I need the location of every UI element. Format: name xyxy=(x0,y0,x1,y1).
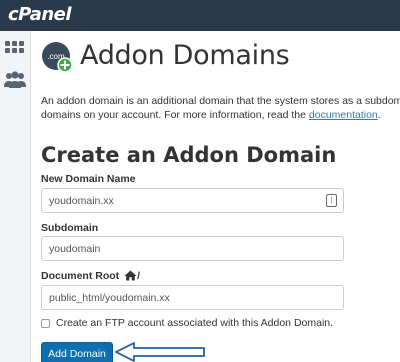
sidebar xyxy=(0,31,31,362)
document-root-input[interactable] xyxy=(41,285,344,310)
com-addon-icon: .com xyxy=(41,41,73,73)
top-bar: cPanel xyxy=(0,0,400,31)
document-root-label-text: Document Root xyxy=(41,270,120,282)
description-text: domains on your account. For more inform… xyxy=(41,109,309,121)
ftp-account-checkbox-label[interactable]: Create an FTP account associated with th… xyxy=(56,317,333,329)
description-line-1: An addon domain is an additional domain … xyxy=(41,95,400,107)
description-period: . xyxy=(377,109,381,121)
ftp-account-checkbox[interactable] xyxy=(41,319,50,328)
new-domain-label: New Domain Name xyxy=(41,173,136,185)
home-icon xyxy=(124,270,137,284)
document-root-label: Document Root / xyxy=(41,270,140,284)
grid-icon[interactable] xyxy=(3,38,27,62)
page-title: Addon Domains xyxy=(80,40,290,71)
documentation-link[interactable]: documentation xyxy=(309,109,378,121)
section-title: Create an Addon Domain xyxy=(41,143,337,167)
users-icon[interactable] xyxy=(3,68,27,92)
subdomain-input[interactable] xyxy=(41,236,344,261)
subdomain-label: Subdomain xyxy=(41,222,99,234)
cpanel-logo[interactable]: cPanel xyxy=(8,4,72,25)
description-line-2: domains on your account. For more inform… xyxy=(41,108,400,122)
page-description: An addon domain is an additional domain … xyxy=(41,94,400,122)
new-domain-input[interactable] xyxy=(41,188,344,213)
document-root-slash: / xyxy=(137,270,141,282)
add-domain-button[interactable]: Add Domain xyxy=(41,342,113,362)
field-menu-icon[interactable]: ⁞ xyxy=(326,194,337,207)
pointer-arrow-icon xyxy=(115,342,205,362)
